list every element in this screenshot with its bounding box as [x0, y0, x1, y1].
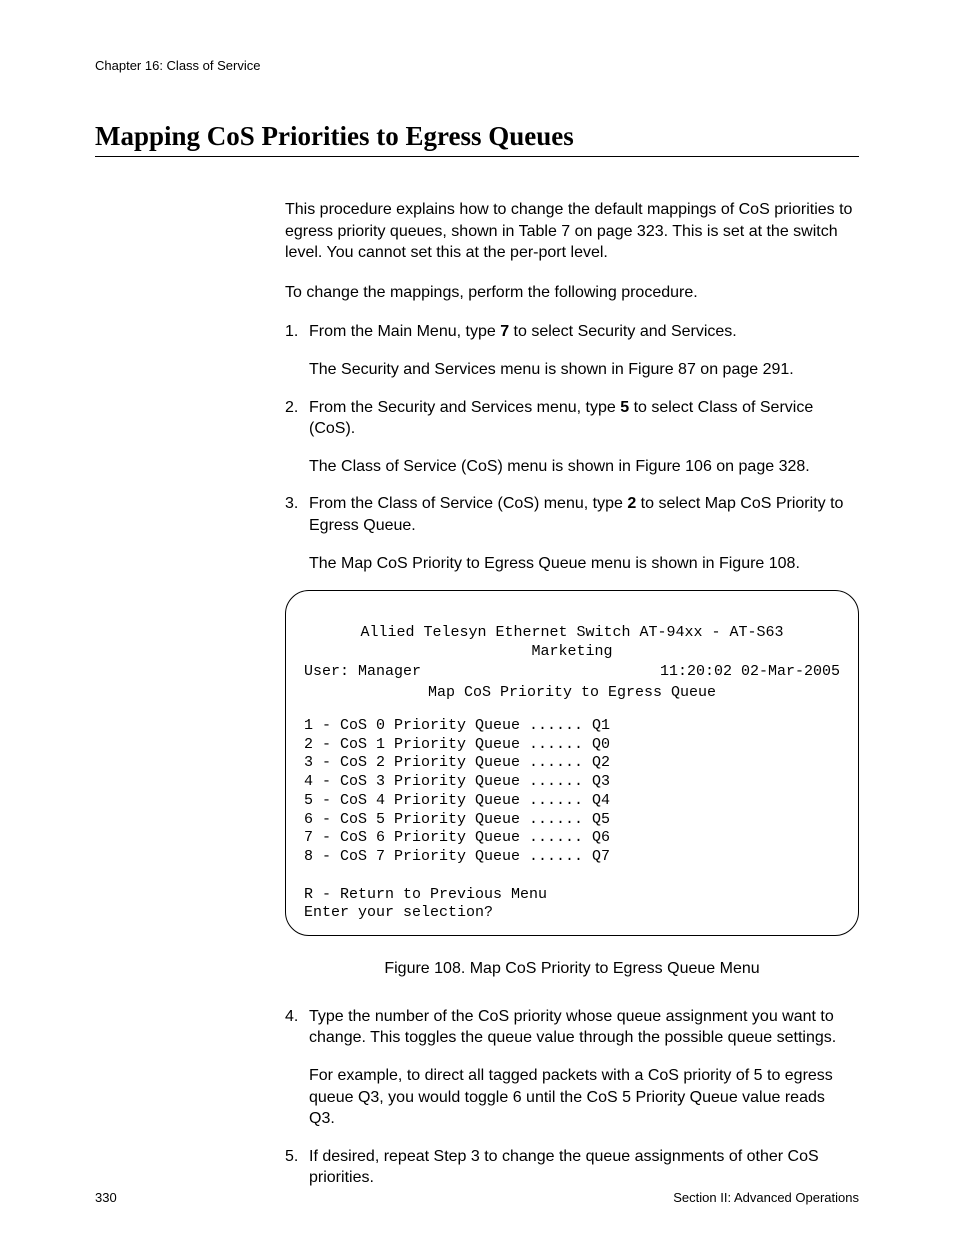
terminal-screenshot: Allied Telesyn Ethernet Switch AT-94xx -… — [285, 590, 859, 936]
terminal-user: User: Manager — [304, 663, 421, 682]
page: Chapter 16: Class of Service Mapping CoS… — [0, 0, 954, 1235]
intro-paragraph-2: To change the mappings, perform the foll… — [285, 282, 859, 304]
terminal-menu-item: 4 - CoS 3 Priority Queue ...... Q3 — [304, 773, 610, 790]
terminal-menu-item: 5 - CoS 4 Priority Queue ...... Q4 — [304, 792, 610, 809]
terminal-menu-title: Map CoS Priority to Egress Queue — [304, 684, 840, 703]
terminal-menu-item: 2 - CoS 1 Priority Queue ...... Q0 — [304, 736, 610, 753]
page-footer: 330 Section II: Advanced Operations — [95, 1190, 859, 1205]
step-number: 5. — [285, 1146, 309, 1168]
section-title: Mapping CoS Priorities to Egress Queues — [95, 121, 859, 157]
terminal-timestamp: 11:20:02 02-Mar-2005 — [660, 663, 840, 682]
terminal-menu-item: 1 - CoS 0 Priority Queue ...... Q1 — [304, 717, 610, 734]
page-number: 330 — [95, 1190, 117, 1205]
step-text: Type the number of the CoS priority whos… — [309, 1006, 849, 1049]
step-1-result: The Security and Services menu is shown … — [309, 359, 849, 381]
section-label: Section II: Advanced Operations — [673, 1190, 859, 1205]
intro-paragraph-1: This procedure explains how to change th… — [285, 199, 859, 264]
step-2: 2.From the Security and Services menu, t… — [285, 397, 859, 440]
step-5: 5.If desired, repeat Step 3 to change th… — [285, 1146, 859, 1189]
terminal-menu-item: 7 - CoS 6 Priority Queue ...... Q6 — [304, 829, 610, 846]
terminal-menu-item: 3 - CoS 2 Priority Queue ...... Q2 — [304, 754, 610, 771]
terminal-menu-item: 8 - CoS 7 Priority Queue ...... Q7 — [304, 848, 610, 865]
step-3: 3.From the Class of Service (CoS) menu, … — [285, 493, 859, 536]
terminal-menu-item: 6 - CoS 5 Priority Queue ...... Q5 — [304, 811, 610, 828]
step-text: From the Security and Services menu, typ… — [309, 397, 849, 440]
terminal-prompt: Enter your selection? — [304, 904, 493, 921]
step-text: If desired, repeat Step 3 to change the … — [309, 1146, 849, 1189]
content-body: This procedure explains how to change th… — [285, 199, 859, 1189]
chapter-header: Chapter 16: Class of Service — [95, 58, 859, 73]
step-number: 2. — [285, 397, 309, 419]
figure-caption: Figure 108. Map CoS Priority to Egress Q… — [285, 958, 859, 980]
step-number: 1. — [285, 321, 309, 343]
step-2-result: The Class of Service (CoS) menu is shown… — [309, 456, 849, 478]
step-4: 4.Type the number of the CoS priority wh… — [285, 1006, 859, 1049]
terminal-subtitle: Marketing — [304, 643, 840, 662]
step-text: From the Class of Service (CoS) menu, ty… — [309, 493, 849, 536]
step-3-result: The Map CoS Priority to Egress Queue men… — [309, 553, 849, 575]
terminal-product-line: Allied Telesyn Ethernet Switch AT-94xx -… — [304, 624, 840, 643]
step-number: 4. — [285, 1006, 309, 1028]
step-text: From the Main Menu, type 7 to select Sec… — [309, 321, 849, 343]
terminal-return: R - Return to Previous Menu — [304, 886, 547, 903]
step-4-example: For example, to direct all tagged packet… — [309, 1065, 849, 1130]
step-1: 1.From the Main Menu, type 7 to select S… — [285, 321, 859, 343]
step-number: 3. — [285, 493, 309, 515]
